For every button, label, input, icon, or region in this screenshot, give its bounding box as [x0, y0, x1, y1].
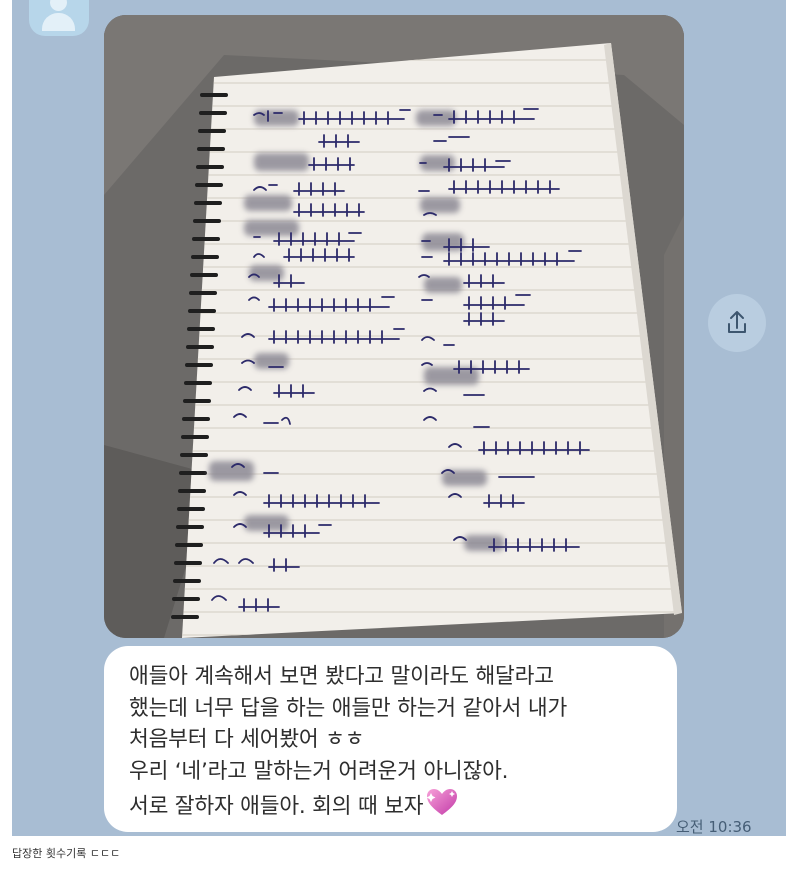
- text-message-bubble[interactable]: 애들아 계속해서 보면 봤다고 말이라도 해달라고 했는데 너무 답을 하는 애…: [104, 646, 677, 832]
- sender-avatar[interactable]: [29, 0, 89, 36]
- message-timestamp: 오전 10:36: [676, 818, 752, 836]
- person-avatar-icon: [50, 0, 67, 11]
- share-button[interactable]: [708, 294, 766, 352]
- sparkling-heart-icon: [425, 787, 459, 827]
- message-line-5-text: 서로 잘하자 애들아. 회의 때 보자: [129, 794, 424, 819]
- notebook-photo: [104, 15, 684, 638]
- message-line-5: 서로 잘하자 애들아. 회의 때 보자: [129, 787, 677, 827]
- message-line-3: 처음부터 다 세어봤어 ㅎㅎ: [129, 727, 365, 752]
- chat-room: 애들아 계속해서 보면 봤다고 말이라도 해달라고 했는데 너무 답을 하는 애…: [12, 0, 786, 836]
- share-icon: [728, 311, 746, 333]
- message-line-2: 했는데 너무 답을 하는 애들만 하는거 같아서 내가: [129, 695, 568, 721]
- photo-message[interactable]: [104, 15, 684, 638]
- image-caption: 답장한 횟수기록 ㄷㄷㄷ: [12, 847, 121, 860]
- message-line-4: 우리 ‘네’라고 말하는거 어려운거 아니잖아.: [129, 758, 509, 784]
- message-line-1: 애들아 계속해서 보면 봤다고 말이라도 해달라고: [129, 664, 554, 689]
